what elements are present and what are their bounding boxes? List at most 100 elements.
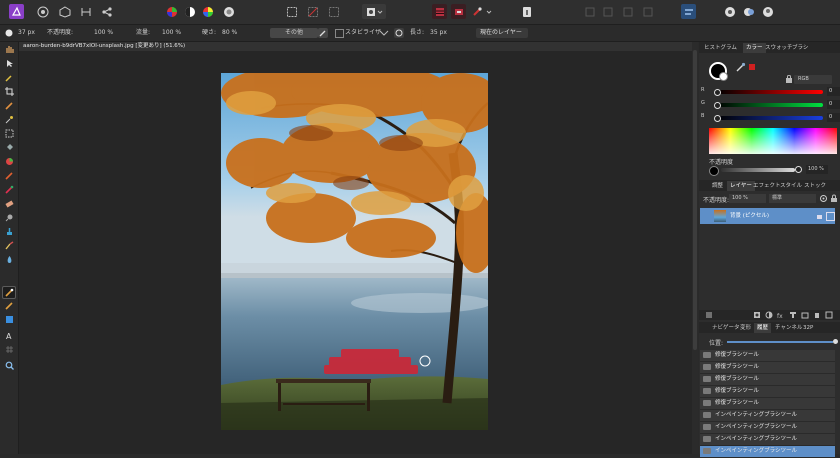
opacity-value[interactable]: 100 %	[94, 28, 113, 38]
snapping-icon[interactable]	[722, 4, 737, 19]
color-mode-red-icon[interactable]	[747, 62, 757, 72]
layer-settings-icon[interactable]	[819, 194, 828, 203]
arrange-front-icon[interactable]	[640, 4, 655, 19]
color-opacity-value[interactable]: 100 %	[806, 165, 828, 174]
tab-transform[interactable]: 変形	[737, 323, 754, 333]
history-item[interactable]: 修復ブラシツール	[700, 386, 835, 398]
add-fx-icon[interactable]: fx	[777, 311, 785, 320]
more-button[interactable]: その他	[270, 28, 318, 38]
history-position-track[interactable]	[727, 341, 833, 343]
hardness-value[interactable]: 80 %	[222, 28, 237, 38]
info-icon[interactable]	[519, 4, 534, 19]
tab-stock[interactable]: ストック	[801, 181, 829, 191]
brush-preview-icon[interactable]	[4, 28, 14, 38]
tab-history[interactable]: 履歴	[754, 323, 772, 333]
color-picker-tool-icon[interactable]	[3, 72, 15, 83]
layer-lock-icon[interactable]	[830, 194, 838, 203]
dodge-tool-icon[interactable]	[3, 212, 15, 223]
window-mode-icon[interactable]	[394, 28, 404, 38]
history-item-selected[interactable]: インペインティングブラシツール	[700, 446, 835, 458]
lock-icon[interactable]	[785, 74, 793, 83]
history-position-knob[interactable]	[833, 339, 838, 344]
auto-contrast-icon[interactable]	[221, 4, 236, 19]
document-photo[interactable]	[221, 73, 488, 430]
blue-knob[interactable]	[714, 115, 721, 122]
layer-visibility-checkbox[interactable]	[826, 212, 835, 221]
green-slider[interactable]: G 0	[701, 100, 840, 109]
deselect-icon[interactable]	[305, 4, 320, 19]
source-dropdown[interactable]: 現在のレイヤー	[476, 28, 528, 38]
layer-row[interactable]: 背景 (ピクセル)	[700, 208, 835, 224]
pen-tool-icon[interactable]	[3, 300, 15, 311]
view-tool-icon[interactable]	[3, 44, 15, 55]
color-mode-dropdown[interactable]: RGB	[794, 75, 832, 84]
zoom-tool-icon[interactable]	[3, 360, 15, 371]
green-track[interactable]	[717, 103, 823, 107]
color-replacement-tool-icon[interactable]	[3, 184, 15, 195]
red-knob[interactable]	[714, 89, 721, 96]
mask-red-alt-icon[interactable]	[451, 4, 466, 19]
history-item[interactable]: インペインティングブラシツール	[700, 434, 835, 446]
green-value[interactable]: 0	[827, 100, 840, 109]
flow-value[interactable]: 100 %	[162, 28, 181, 38]
red-slider[interactable]: R 0	[701, 87, 840, 96]
assistant-dropdown[interactable]	[470, 4, 494, 19]
delete-layer-icon[interactable]	[813, 311, 821, 319]
invert-selection-icon[interactable]	[326, 4, 341, 19]
smudge-tool-icon[interactable]	[3, 240, 15, 251]
green-knob[interactable]	[714, 102, 721, 109]
add-group-icon[interactable]	[801, 311, 809, 319]
canvas-scrollbar-thumb[interactable]	[693, 50, 697, 350]
brush-width-value[interactable]: 37 px	[18, 28, 35, 38]
canvas-scrollbar[interactable]	[692, 42, 698, 454]
clone-brush-tool-icon[interactable]	[3, 226, 15, 237]
account-icon[interactable]	[760, 4, 775, 19]
text-tool-icon[interactable]: A	[3, 330, 15, 341]
tab-32p[interactable]: 32P	[800, 323, 816, 333]
selection-marquee-icon[interactable]	[284, 4, 299, 19]
secondary-color-swatch[interactable]	[719, 72, 728, 81]
red-value[interactable]: 0	[827, 87, 840, 96]
add-mask-icon[interactable]	[753, 311, 761, 319]
erase-brush-tool-icon[interactable]	[3, 198, 15, 209]
tab-adjustments[interactable]: 調整	[709, 181, 726, 191]
layers-menu-icon[interactable]	[705, 311, 713, 319]
arrange-forward-icon[interactable]	[620, 4, 635, 19]
blue-value[interactable]: 0	[827, 113, 840, 122]
liquify-persona-icon[interactable]	[57, 4, 72, 19]
inpainting-brush-tool-icon[interactable]	[2, 286, 16, 299]
document-tab-title[interactable]: aaron-burden-b9drVB7xIOI-unsplash.jpg [変…	[23, 42, 185, 51]
arrange-back-icon[interactable]	[582, 4, 597, 19]
alignment-icon[interactable]	[681, 4, 696, 19]
rope-mode-icon[interactable]	[379, 28, 389, 38]
history-item[interactable]: 修復ブラシツール	[700, 350, 835, 362]
eyedropper-icon[interactable]	[736, 62, 746, 72]
photo-persona-icon[interactable]	[35, 4, 50, 19]
develop-persona-icon[interactable]	[78, 4, 93, 19]
color-spectrum[interactable]	[709, 128, 837, 154]
add-pixel-layer-icon[interactable]	[789, 311, 797, 319]
flood-fill-tool-icon[interactable]	[3, 142, 15, 153]
history-item[interactable]: インペインティングブラシツール	[700, 410, 835, 422]
crop-tool-icon[interactable]	[3, 86, 15, 97]
blue-track[interactable]	[717, 116, 823, 120]
layers-overflow-icon[interactable]	[825, 311, 833, 319]
add-adjustment-icon[interactable]	[765, 311, 773, 319]
layer-lock-toggle-icon[interactable]	[816, 212, 823, 219]
history-item[interactable]: 修復ブラシツール	[700, 374, 835, 386]
shape-tool-icon[interactable]	[3, 314, 15, 325]
studio-link-icon[interactable]	[741, 4, 756, 19]
red-track[interactable]	[717, 90, 823, 94]
arrange-backward-icon[interactable]	[600, 4, 615, 19]
levels-icon[interactable]	[164, 4, 179, 19]
blend-mode-dropdown[interactable]: 標準	[769, 194, 816, 203]
export-persona-icon[interactable]	[99, 4, 114, 19]
mask-red-icon[interactable]	[432, 4, 447, 19]
history-item[interactable]: インペインティングブラシツール	[700, 422, 835, 434]
white-balance-icon[interactable]	[182, 4, 197, 19]
color-opacity-track[interactable]	[721, 168, 795, 172]
app-logo-icon[interactable]	[9, 4, 24, 19]
gradient-tool-icon[interactable]	[3, 156, 15, 167]
move-tool-icon[interactable]	[3, 58, 15, 69]
layer-opacity-value[interactable]: 100 %	[729, 194, 766, 203]
